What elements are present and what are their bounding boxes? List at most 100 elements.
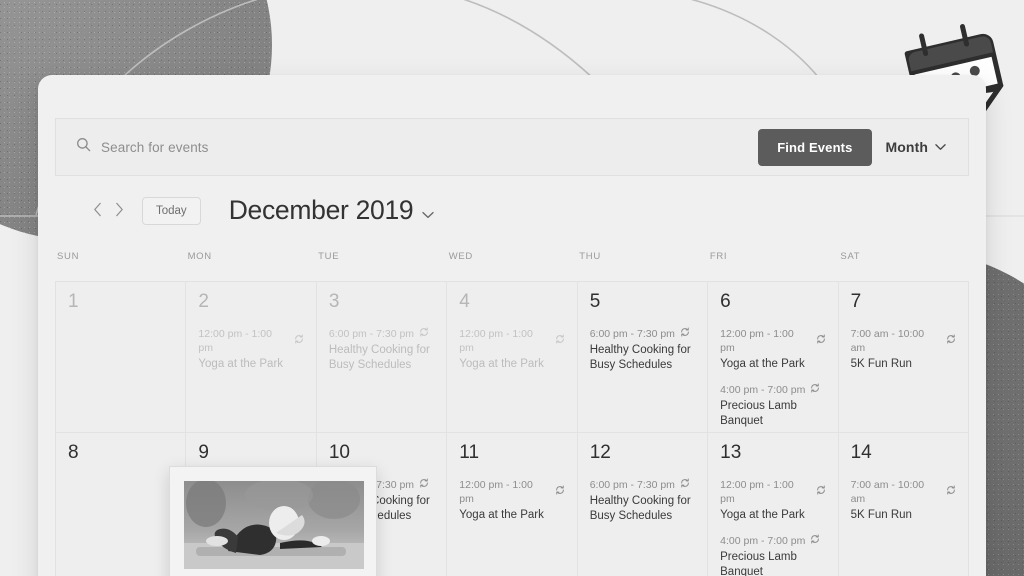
day-cell-14[interactable]: 14 7:00 am - 10:00 am 5K Fun Run (838, 433, 969, 576)
event-time-text: 6:00 pm - 7:30 pm (589, 479, 675, 491)
event-title[interactable]: 5K Fun Run (851, 357, 956, 372)
recurring-event-icon (555, 485, 565, 499)
event-time-text: 7:00 am - 10:00 am (850, 479, 925, 506)
view-mode-label: Month (885, 139, 928, 155)
month-title-dropdown[interactable]: December 2019 (229, 195, 435, 226)
day-number: 6 (720, 291, 731, 312)
recurring-event-icon (810, 534, 820, 548)
search-field-wrapper[interactable] (56, 137, 758, 157)
calendar-event[interactable]: 4:00 pm - 7:00 pm Precious Lamb Banquet (720, 534, 825, 576)
find-events-button[interactable]: Find Events (758, 128, 872, 166)
event-time: 12:00 pm - 1:00 pm (198, 327, 303, 355)
day-number: 11 (459, 442, 480, 463)
event-title[interactable]: Healthy Cooking for Busy Schedules (590, 494, 695, 524)
search-toolbar: Find Events Month (55, 118, 969, 176)
day-cell-4[interactable]: 4 12:00 pm - 1:00 pm Yoga at the Park (447, 282, 578, 433)
event-time-text: 4:00 pm - 7:00 pm (720, 384, 806, 397)
calendar-navigation: Today December 2019 (86, 195, 435, 226)
calendar-event[interactable]: 12:00 pm - 1:00 pm Yoga at the Park (198, 327, 303, 372)
search-input[interactable] (101, 139, 521, 155)
today-button[interactable]: Today (142, 196, 201, 225)
event-time: 12:00 pm - 1:00 pm (720, 478, 825, 506)
event-time: 12:00 pm - 1:00 pm (459, 478, 564, 506)
weekday-header-row: SUN MON TUE WED THU FRI SAT (55, 251, 969, 262)
event-time-text: 12:00 pm - 1:00 pm (459, 328, 533, 355)
weekday-label-thu: THU (579, 251, 601, 262)
view-mode-select[interactable]: Month (886, 138, 946, 156)
event-title[interactable]: Yoga at the Park (198, 357, 303, 372)
event-time: 4:00 pm - 7:00 pm (720, 383, 825, 397)
weekday-label-wed: WED (448, 251, 473, 262)
event-time: 4:00 pm - 7:00 pm (720, 534, 825, 548)
day-cell-3[interactable]: 3 6:00 pm - 7:30 pm Healthy Cooking for Bu… (316, 282, 448, 433)
event-title[interactable]: Precious Lamb Banquet (720, 399, 825, 429)
weekday-label-fri: FRI (709, 251, 728, 262)
event-time: 6:00 pm - 7:30 pm (590, 327, 695, 341)
recurring-event-icon (555, 334, 565, 348)
event-time-text: 12:00 pm - 1:00 pm (720, 328, 794, 355)
calendar-event[interactable]: 6:00 pm - 7:30 pm Healthy Cooking for Bus… (590, 478, 695, 524)
event-title[interactable]: Yoga at the Park (720, 357, 825, 372)
calendar-event[interactable]: 12:00 pm - 1:00 pm Yoga at the Park (459, 327, 564, 372)
event-title[interactable]: 5K Fun Run (851, 508, 956, 523)
event-time-text: 12:00 pm - 1:00 pm (720, 479, 794, 506)
recurring-event-icon (810, 383, 820, 397)
event-photo (184, 481, 364, 569)
screenshot-stage: Find Events Month (0, 0, 1024, 576)
day-cell-1[interactable]: 1 (56, 282, 187, 433)
day-cell-7[interactable]: 7 7:00 am - 10:00 am 5K Fun Run (838, 282, 969, 433)
weekday-label-mon: MON (187, 251, 212, 262)
recurring-event-icon (419, 478, 429, 492)
day-cell-13[interactable]: 13 12:00 pm - 1:00 pm Yoga at the Park 4:00… (708, 433, 839, 576)
chevron-left-icon (93, 202, 102, 220)
event-title[interactable]: Precious Lamb Banquet (720, 550, 825, 576)
previous-month-button[interactable] (86, 198, 108, 224)
event-time-text: 7:00 am - 10:00 am (850, 328, 925, 355)
weekday-label-tue: TUE (318, 251, 340, 262)
day-number: 2 (198, 291, 209, 312)
chevron-down-icon (422, 206, 435, 224)
event-title[interactable]: Yoga at the Park (720, 508, 825, 523)
day-number: 12 (589, 442, 611, 463)
event-title[interactable]: Yoga at the Park (459, 508, 564, 523)
next-month-button[interactable] (108, 198, 130, 224)
recurring-event-icon (419, 327, 429, 341)
chevron-down-icon (935, 138, 946, 156)
weekday-label-sun: SUN (57, 251, 80, 262)
event-time: 6:00 pm - 7:30 pm (329, 327, 434, 341)
event-time: 7:00 am - 10:00 am (851, 478, 956, 506)
recurring-event-icon (816, 485, 826, 499)
event-title[interactable]: Yoga at the Park (459, 357, 564, 372)
event-time: 12:00 pm - 1:00 pm (459, 327, 564, 355)
day-number: 1 (68, 291, 79, 312)
calendar-event[interactable]: 7:00 am - 10:00 am 5K Fun Run (851, 478, 956, 523)
calendar-event[interactable]: 4:00 pm - 7:00 pm Precious Lamb Banquet (720, 383, 825, 429)
recurring-event-icon (946, 334, 956, 348)
event-time-text: 12:00 pm - 1:00 pm (459, 479, 533, 506)
day-cell-8[interactable]: 8 (56, 433, 187, 576)
day-number: 13 (720, 442, 742, 463)
event-time: 7:00 am - 10:00 am (851, 327, 956, 355)
search-icon (76, 137, 91, 157)
event-tooltip: December 16 @ 12:00 pm - 1:00 pm EST Yog… (169, 466, 377, 576)
event-time-text: 4:00 pm - 7:00 pm (720, 535, 806, 548)
calendar-event[interactable]: 12:00 pm - 1:00 pm Yoga at the Park (720, 478, 825, 523)
calendar-event[interactable]: 7:00 am - 10:00 am 5K Fun Run (851, 327, 956, 372)
page-title: December 2019 (228, 195, 414, 225)
calendar-event[interactable]: 12:00 pm - 1:00 pm Yoga at the Park (459, 478, 564, 523)
day-number: 3 (328, 291, 340, 312)
day-cell-2[interactable]: 2 12:00 pm - 1:00 pm Yoga at the Park (186, 282, 317, 433)
calendar-event[interactable]: 12:00 pm - 1:00 pm Yoga at the Park (720, 327, 825, 372)
day-cell-5[interactable]: 5 6:00 pm - 7:30 pm Healthy Cooking for Bu… (577, 282, 709, 433)
event-title[interactable]: Healthy Cooking for Busy Schedules (329, 343, 434, 373)
day-number: 7 (850, 291, 862, 312)
calendar-event[interactable]: 6:00 pm - 7:30 pm Healthy Cooking for Bus… (590, 327, 695, 373)
day-number: 14 (850, 442, 872, 463)
calendar-event[interactable]: 6:00 pm - 7:30 pm Healthy Cooking for Bus… (329, 327, 434, 373)
day-cell-11[interactable]: 11 12:00 pm - 1:00 pm Yoga at the Park (447, 433, 578, 576)
day-number: 4 (459, 291, 470, 312)
day-cell-12[interactable]: 12 6:00 pm - 7:30 pm Healthy Cooking for B… (577, 433, 709, 576)
event-title[interactable]: Healthy Cooking for Busy Schedules (590, 343, 695, 373)
day-cell-6[interactable]: 6 12:00 pm - 1:00 pm Yoga at the Park 4:00 … (708, 282, 839, 433)
event-time: 6:00 pm - 7:30 pm (590, 478, 695, 492)
